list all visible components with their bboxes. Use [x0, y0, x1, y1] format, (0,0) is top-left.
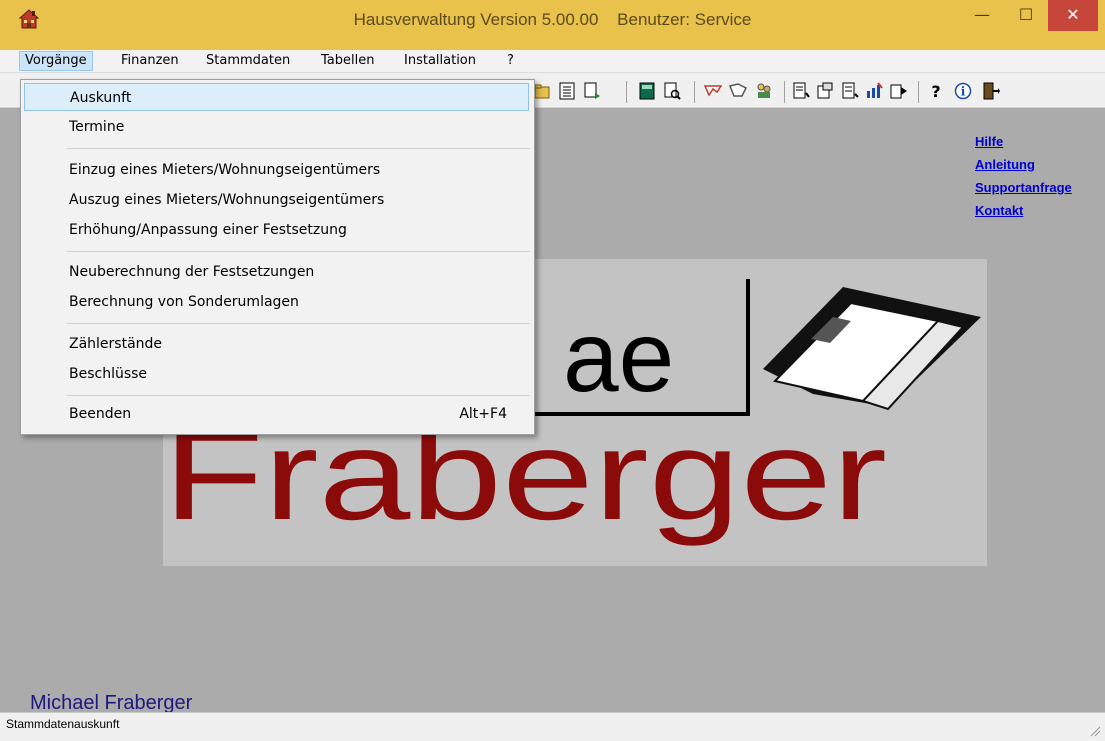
export-icon[interactable] [889, 81, 909, 101]
menu-installation[interactable]: Installation [399, 52, 481, 70]
menu-item-shortcut: Alt+F4 [459, 406, 507, 422]
menu-item-label: Auskunft [70, 90, 132, 106]
menu-item-label: Beschlüsse [69, 366, 148, 382]
menu-item-label: Beenden [69, 406, 132, 422]
menu-item-auskunft[interactable]: Auskunft [24, 83, 529, 111]
handshake-icon[interactable] [728, 81, 748, 101]
menu-item-einzug[interactable]: Einzug eines Mieters/Wohnungseigentümers [24, 156, 529, 184]
menu-separator [67, 251, 530, 252]
window-title: Hausverwaltung Version 5.00.00 Benutzer:… [0, 10, 1105, 30]
close-button[interactable]: ✕ [1048, 0, 1098, 31]
list-details-icon[interactable] [840, 81, 860, 101]
menu-item-label: Berechnung von Sonderumlagen [69, 294, 299, 310]
svg-text:?: ? [931, 82, 940, 101]
calculator-icon[interactable] [637, 81, 657, 101]
menu-vorgaenge[interactable]: Vorgänge [19, 51, 93, 71]
help-question-icon[interactable]: ? [926, 81, 946, 101]
link-supportanfrage[interactable]: Supportanfrage [975, 176, 1072, 199]
link-kontakt[interactable]: Kontakt [975, 199, 1072, 222]
menu-separator [67, 395, 530, 396]
toolbar-separator [784, 81, 785, 103]
menu-item-label: Auszug eines Mieters/Wohnungseigentümers [69, 192, 385, 208]
menu-item-label: Einzug eines Mieters/Wohnungseigentümers [69, 162, 381, 178]
menu-item-neuberechnung[interactable]: Neuberechnung der Festsetzungen [24, 258, 529, 286]
document-list-icon[interactable] [557, 81, 577, 101]
link-anleitung[interactable]: Anleitung [975, 153, 1072, 176]
status-text: Stammdatenauskunft [6, 717, 120, 731]
link-hilfe[interactable]: Hilfe [975, 130, 1072, 153]
user-label: Benutzer: Service [617, 10, 752, 29]
title-bar[interactable]: Hausverwaltung Version 5.00.00 Benutzer:… [0, 0, 1105, 50]
toolbar-separator [626, 81, 627, 103]
document-next-icon[interactable] [582, 81, 602, 101]
menu-item-sonderumlagen[interactable]: Berechnung von Sonderumlagen [24, 288, 529, 316]
menu-bar: Vorgänge Finanzen Stammdaten Tabellen In… [0, 50, 1105, 73]
toolbar-separator [918, 81, 919, 103]
info-icon[interactable]: i [953, 81, 973, 101]
menu-item-termine[interactable]: Termine [24, 113, 529, 141]
app-window: Hausverwaltung Version 5.00.00 Benutzer:… [0, 0, 1105, 741]
menu-separator [67, 323, 530, 324]
minimize-button[interactable]: — [960, 0, 1004, 31]
menu-item-beschluesse[interactable]: Beschlüsse [24, 360, 529, 388]
menu-item-zaehlerstaende[interactable]: Zählerstände [24, 330, 529, 358]
menu-separator [67, 148, 530, 149]
quick-links: Hilfe Anleitung Supportanfrage Kontakt [975, 130, 1072, 222]
people-icon[interactable] [754, 81, 774, 101]
menu-stammdaten[interactable]: Stammdaten [201, 52, 295, 70]
menu-item-label: Erhöhung/Anpassung einer Festsetzung [69, 222, 347, 238]
floppy-disk-icon [763, 287, 981, 411]
maximize-button[interactable]: ☐ [1004, 0, 1048, 31]
document-search-icon[interactable] [662, 81, 682, 101]
chart-edit-icon[interactable] [864, 81, 884, 101]
folder-open-icon[interactable] [533, 81, 553, 101]
vorgaenge-dropdown-menu: Auskunft Termine Einzug eines Mieters/Wo… [20, 79, 535, 435]
menu-item-beenden[interactable]: Beenden Alt+F4 [24, 400, 529, 428]
status-bar: Stammdatenauskunft [0, 712, 1105, 741]
menu-tabellen[interactable]: Tabellen [316, 52, 379, 70]
menu-item-label: Termine [69, 119, 125, 135]
exit-door-icon[interactable] [980, 81, 1000, 101]
logo-top-text: ae [563, 301, 674, 413]
svg-text:i: i [961, 85, 966, 99]
menu-item-label: Neuberechnung der Festsetzungen [69, 264, 315, 280]
menu-item-erhoehung[interactable]: Erhöhung/Anpassung einer Festsetzung [24, 216, 529, 244]
menu-item-auszug[interactable]: Auszug eines Mieters/Wohnungseigentümers [24, 186, 529, 214]
menu-finanzen[interactable]: Finanzen [116, 52, 184, 70]
tools-icon[interactable] [703, 81, 723, 101]
menu-help[interactable]: ? [502, 52, 519, 70]
menu-item-label: Zählerstände [69, 336, 163, 352]
resize-grip-icon[interactable] [1089, 725, 1101, 737]
properties-icon[interactable] [815, 81, 835, 101]
list-edit-icon[interactable] [791, 81, 811, 101]
app-title-text: Hausverwaltung Version 5.00.00 [353, 10, 599, 29]
toolbar-separator [694, 81, 695, 103]
